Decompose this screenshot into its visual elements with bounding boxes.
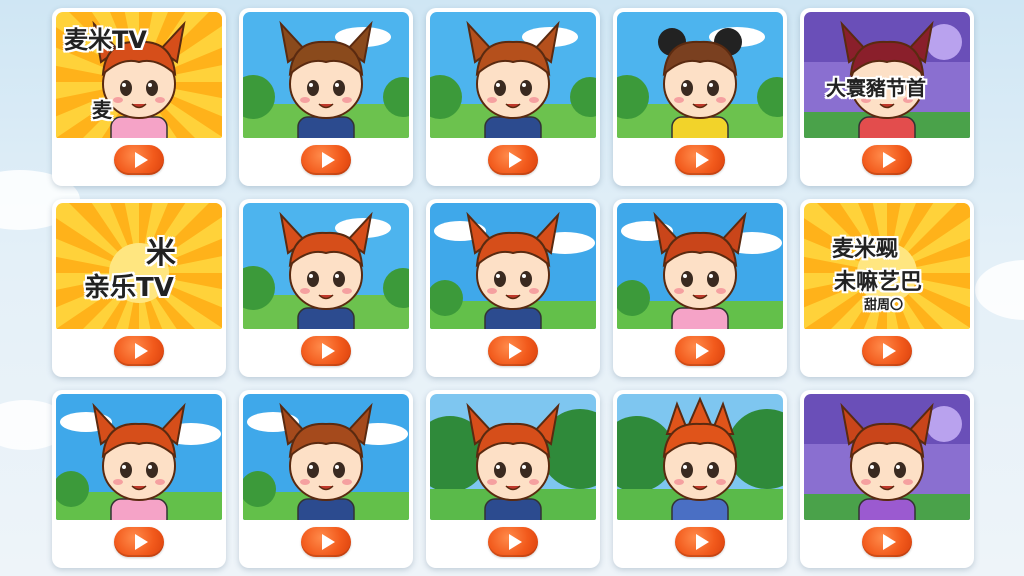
play-button[interactable]	[114, 336, 164, 366]
thumbnail-title-text: 未嘛艺巴	[834, 270, 923, 295]
play-button[interactable]	[675, 145, 725, 175]
play-icon	[321, 343, 335, 359]
video-card[interactable]	[613, 390, 787, 568]
thumbnail-title-text: 甜周〇	[864, 298, 904, 313]
video-card[interactable]	[426, 390, 600, 568]
video-thumbnail[interactable]: 大寰豬节首	[804, 12, 970, 138]
play-icon	[321, 152, 335, 168]
background-cloud	[975, 260, 1024, 320]
video-thumbnail[interactable]	[430, 394, 596, 520]
play-icon	[134, 534, 148, 550]
play-icon	[882, 534, 896, 550]
play-button[interactable]	[862, 336, 912, 366]
video-grid: 麦米TV 麦 大寰豬节首米亲乐TV 麦米觋 未嘛艺巴 甜周〇	[52, 8, 974, 568]
play-icon	[695, 152, 709, 168]
play-button[interactable]	[488, 145, 538, 175]
thumbnail-title-text: 亲乐TV	[84, 273, 174, 303]
play-icon	[508, 152, 522, 168]
thumbnail-title-text: 麦	[92, 98, 112, 122]
video-card[interactable]	[426, 199, 600, 377]
video-thumbnail[interactable]	[617, 394, 783, 520]
video-card[interactable]: 米亲乐TV	[52, 199, 226, 377]
play-button[interactable]	[862, 527, 912, 557]
play-button[interactable]	[114, 527, 164, 557]
play-icon	[321, 534, 335, 550]
video-card[interactable]: 大寰豬节首	[800, 8, 974, 186]
video-thumbnail[interactable]: 米亲乐TV	[56, 203, 222, 329]
play-button[interactable]	[114, 145, 164, 175]
play-icon	[508, 534, 522, 550]
video-thumbnail[interactable]	[243, 12, 409, 138]
play-button[interactable]	[301, 145, 351, 175]
play-icon	[882, 152, 896, 168]
play-button[interactable]	[675, 527, 725, 557]
video-card[interactable]: 麦米TV 麦	[52, 8, 226, 186]
video-thumbnail[interactable]	[430, 12, 596, 138]
video-card[interactable]	[800, 390, 974, 568]
thumbnail-title-text: 米	[146, 236, 176, 271]
video-thumbnail[interactable]: 麦米觋未嘛艺巴甜周〇	[804, 203, 970, 329]
video-thumbnail[interactable]	[804, 394, 970, 520]
video-card[interactable]	[613, 199, 787, 377]
thumbnail-title-text: 麦米觋	[832, 237, 899, 262]
play-icon	[695, 343, 709, 359]
video-card[interactable]	[426, 8, 600, 186]
video-thumbnail[interactable]	[243, 394, 409, 520]
video-thumbnail[interactable]	[617, 203, 783, 329]
play-icon	[695, 534, 709, 550]
video-thumbnail[interactable]	[243, 203, 409, 329]
video-card[interactable]	[52, 390, 226, 568]
play-button[interactable]	[488, 527, 538, 557]
play-button[interactable]	[301, 527, 351, 557]
play-icon	[134, 343, 148, 359]
video-card[interactable]: 麦米觋未嘛艺巴甜周〇	[800, 199, 974, 377]
play-button[interactable]	[675, 336, 725, 366]
play-icon	[508, 343, 522, 359]
video-card[interactable]	[239, 8, 413, 186]
video-thumbnail[interactable]	[617, 12, 783, 138]
video-thumbnail[interactable]: 麦米TV 麦	[56, 12, 222, 138]
thumbnail-title-text: 麦米TV	[64, 26, 147, 54]
video-card[interactable]	[239, 199, 413, 377]
video-card[interactable]	[613, 8, 787, 186]
video-thumbnail[interactable]	[56, 394, 222, 520]
play-icon	[882, 343, 896, 359]
play-button[interactable]	[488, 336, 538, 366]
play-icon	[134, 152, 148, 168]
video-thumbnail[interactable]	[430, 203, 596, 329]
video-card[interactable]	[239, 390, 413, 568]
thumbnail-title-text: 大寰豬节首	[826, 76, 926, 100]
play-button[interactable]	[301, 336, 351, 366]
play-button[interactable]	[862, 145, 912, 175]
